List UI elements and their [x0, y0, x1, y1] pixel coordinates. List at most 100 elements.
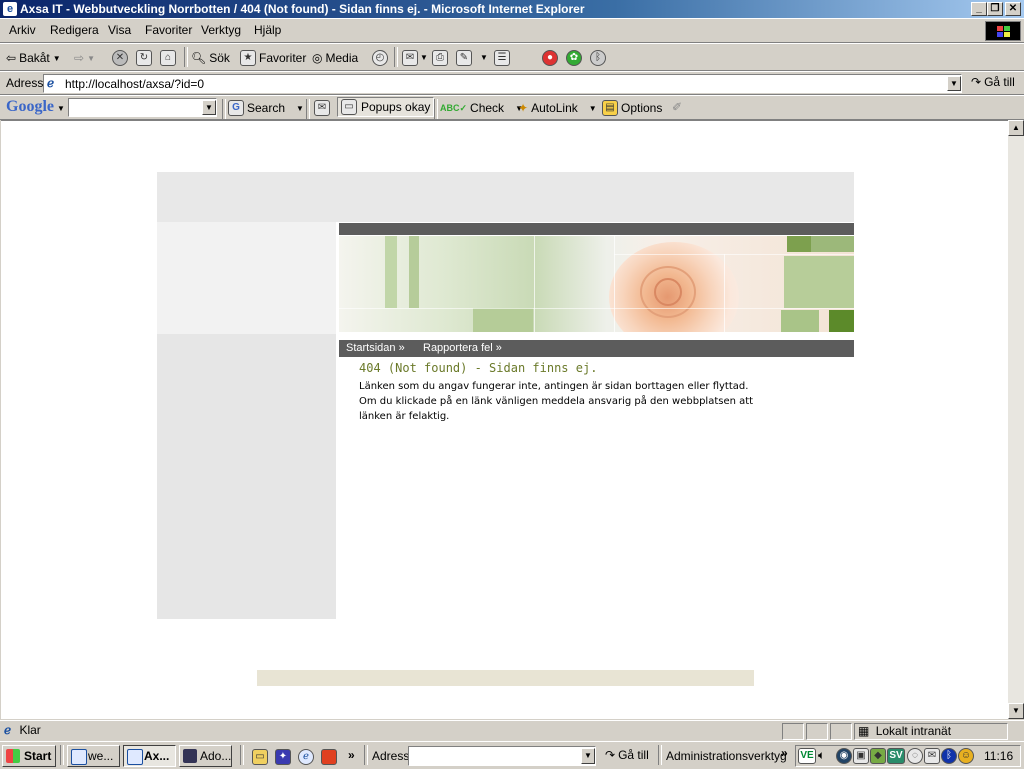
popups-okay-button[interactable]: ▭ Popups okay [337, 97, 435, 117]
network-icon[interactable]: ▣ [853, 748, 869, 764]
google-search-button[interactable]: G Search ▼ [228, 97, 304, 119]
app-icon[interactable]: ✦ [275, 749, 291, 765]
quicklaunch-more-icon[interactable]: » [348, 748, 355, 762]
chevron-down-icon[interactable]: ▼ [296, 104, 304, 113]
media-button[interactable]: ◎ Media [312, 47, 358, 69]
bluetooth-icon[interactable]: ᛒ [590, 50, 606, 66]
taskbar-button-ado[interactable]: Ado... [179, 745, 232, 767]
volume-icon[interactable]: 🔈︎ [818, 748, 825, 763]
tray-app-icon[interactable]: ✉ [924, 748, 940, 764]
address-dropdown[interactable]: ▼ [947, 76, 961, 91]
google-search-dropdown[interactable]: ▼ [202, 100, 216, 115]
taskbar-button-we[interactable]: we... [67, 745, 120, 767]
menu-hjalp[interactable]: Hjälp [254, 23, 281, 37]
photoshop-icon [183, 749, 197, 763]
menu-arkiv[interactable]: Arkiv [9, 23, 36, 37]
messenger-icon[interactable]: ● [542, 50, 558, 66]
chevron-down-icon[interactable]: ▼ [53, 54, 61, 63]
forward-arrow-icon: ⇨ [74, 51, 85, 65]
toolbar-more-icon[interactable]: » [781, 746, 788, 760]
banner-top-strip [339, 223, 854, 235]
tray-app-icon[interactable]: ◉ [836, 748, 852, 764]
chevron-down-icon[interactable]: ▼ [57, 104, 65, 113]
menu-redigera[interactable]: Redigera [50, 23, 99, 37]
autolink-button[interactable]: ✦ AutoLink ▼ [518, 97, 597, 119]
messenger-icon[interactable]: ☺ [958, 748, 974, 764]
menu-verktyg[interactable]: Verktyg [201, 23, 241, 37]
spell-check-button[interactable]: ABC✓ Check ▼ [440, 97, 523, 119]
menu-favoriter[interactable]: Favoriter [145, 23, 192, 37]
search-button[interactable]: 🔍︎ Sök [191, 47, 230, 69]
title-bar[interactable]: e Axsa IT - Webbutveckling Norrbotten / … [0, 0, 1024, 18]
standard-toolbar: ⇦ Bakåt ▼ ⇨ ▼ ✕ ↻ ⌂ 🔍︎ Sök ★ Favoriter ◎… [0, 43, 1024, 71]
double-chevron-right-icon: » [495, 342, 502, 354]
scroll-down-button[interactable]: ▼ [1008, 703, 1024, 719]
rose-banner-image [339, 236, 854, 332]
history-icon[interactable]: ◴ [372, 50, 388, 66]
chevron-down-icon[interactable]: ▼ [589, 104, 597, 113]
minimize-button[interactable]: _ [971, 2, 987, 16]
back-button[interactable]: ⇦ Bakåt ▼ [6, 47, 61, 69]
office-icon[interactable] [321, 749, 337, 765]
taskbar-address-dropdown[interactable]: ▼ [581, 748, 595, 764]
clock[interactable]: 11:16 [984, 749, 1013, 763]
icq-icon[interactable]: ✿ [566, 50, 582, 66]
options-icon: ▤ [602, 100, 618, 116]
google-g-icon: G [228, 100, 244, 116]
discuss-icon[interactable]: ☰ [494, 50, 510, 66]
chevron-down-icon[interactable]: ▼ [87, 54, 95, 63]
taskbar: Start we... Ax... Ado... ▭ ✦ ℯ » Adress … [0, 741, 1024, 769]
restore-button[interactable]: ❐ [987, 2, 1003, 16]
options-button[interactable]: ▤ Options [602, 97, 662, 119]
zone-text: Lokalt intranät [875, 724, 952, 738]
nav-link-startsidan[interactable]: Startsidan » [346, 340, 405, 357]
google-search-input[interactable]: ▼ [68, 98, 217, 117]
edit-icon[interactable]: ✎ [456, 50, 472, 66]
back-arrow-icon: ⇦ [6, 51, 17, 65]
tray-app-icon[interactable]: ◆ [870, 748, 886, 764]
popup-window-icon: ▭ [341, 99, 357, 115]
go-button[interactable]: ↷ Gå till [971, 75, 1015, 89]
forward-button[interactable]: ⇨ ▼ [74, 47, 95, 69]
close-button[interactable]: ✕ [1005, 2, 1021, 16]
ve-tray-icon[interactable]: VE [798, 748, 816, 764]
windows-logo-icon [985, 21, 1021, 41]
address-input[interactable]: ℯ http://localhost/axsa/?id=0 ▼ [43, 74, 962, 93]
ie-quicklaunch-icon[interactable]: ℯ [298, 749, 314, 765]
scroll-up-button[interactable]: ▲ [1008, 120, 1024, 136]
media-label: Media [325, 51, 359, 65]
favorites-button[interactable]: ★ Favoriter [240, 47, 306, 69]
vertical-scrollbar[interactable]: ▲ ▼ [1008, 120, 1024, 719]
bluetooth-icon[interactable]: ᛒ [941, 748, 957, 764]
refresh-icon[interactable]: ↻ [136, 50, 152, 66]
taskbar-address-input[interactable]: ▼ [408, 746, 596, 766]
status-panel [806, 723, 828, 740]
print-icon[interactable]: ⎙ [432, 50, 448, 66]
address-bar: Adress ℯ http://localhost/axsa/?id=0 ▼ ↷… [0, 71, 1024, 95]
taskbar-go-button[interactable]: ↷ Gå till [605, 748, 649, 762]
intranet-icon: ▦ [858, 724, 870, 738]
sidebar-top-block [157, 222, 336, 334]
language-sv-icon[interactable]: SV [887, 748, 905, 764]
admin-tools-toolbar[interactable]: Administrationsverktyg [666, 749, 787, 763]
ie-icon [71, 749, 87, 765]
folder-icon[interactable]: ▭ [252, 749, 268, 765]
mail-icon[interactable]: ✉ [402, 50, 418, 66]
home-icon[interactable]: ⌂ [160, 50, 176, 66]
google-logo[interactable]: Google [6, 98, 54, 116]
error-line-1: Länken som du angav fungerar inte, antin… [359, 381, 749, 392]
pencil-icon[interactable]: ✐ [672, 100, 682, 114]
chevron-down-icon[interactable]: ▼ [420, 53, 428, 62]
news-icon[interactable]: ✉ [314, 100, 330, 116]
tray-app-icon[interactable]: ◌ [907, 748, 923, 764]
menu-bar: Arkiv Redigera Visa Favoriter Verktyg Hj… [0, 18, 1024, 43]
taskbar-button-axsa[interactable]: Ax... [123, 745, 176, 767]
google-search-label: Search [247, 101, 286, 115]
stop-icon[interactable]: ✕ [112, 50, 128, 66]
start-button[interactable]: Start [2, 745, 56, 767]
google-toolbar: Google ▼ ▼ G Search ▼ ✉ ▭ Popups okay AB… [0, 95, 1024, 120]
error-heading: 404 (Not found) - Sidan finns ej. [359, 361, 598, 375]
menu-visa[interactable]: Visa [108, 23, 131, 37]
chevron-down-icon[interactable]: ▼ [480, 53, 488, 62]
nav-link-rapportera-fel[interactable]: Rapportera fel » [423, 340, 502, 357]
